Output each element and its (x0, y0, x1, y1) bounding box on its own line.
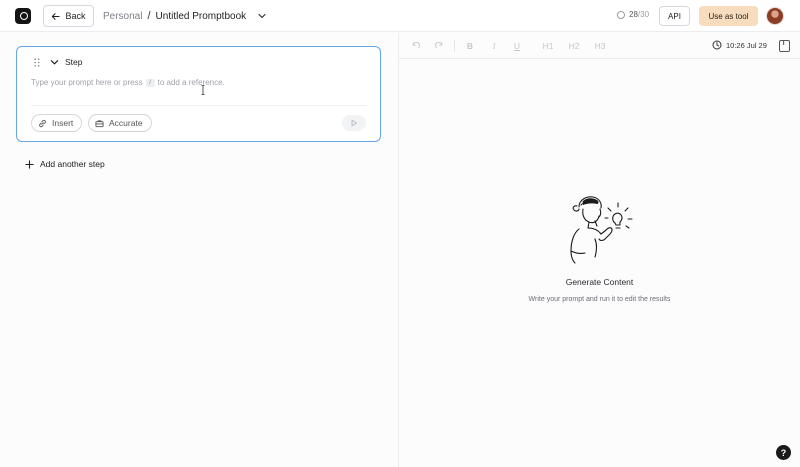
chevron-down-icon[interactable] (257, 11, 267, 21)
toolbar-separator (454, 40, 455, 52)
briefcase-icon (95, 119, 104, 127)
version-history-button[interactable]: 10:26 Jul 29 (712, 40, 767, 50)
collapse-chevron-icon[interactable] (50, 58, 59, 67)
help-button[interactable]: ? (776, 445, 791, 460)
timestamp: 10:26 Jul 29 (726, 40, 767, 50)
slash-shortcut-key: / (145, 78, 155, 87)
breadcrumb-separator: / (147, 10, 151, 22)
play-icon (351, 119, 357, 127)
bold-button[interactable]: B (464, 40, 476, 52)
accurate-mode-button[interactable]: Accurate (88, 114, 152, 132)
insert-label: Insert (52, 118, 74, 128)
credits-total: /30 (637, 10, 650, 19)
prompt-placeholder-start: Type your prompt here or press (31, 78, 143, 87)
clock-icon (712, 40, 722, 50)
redo-button[interactable] (433, 40, 445, 52)
arrow-left-icon (52, 12, 61, 20)
prompt-input[interactable]: Type your prompt here or press / to add … (31, 78, 225, 87)
add-step-label: Add another step (40, 159, 105, 169)
italic-button[interactable]: I (488, 40, 500, 52)
prompt-placeholder-end: to add a reference. (157, 78, 225, 87)
app-logo[interactable] (15, 8, 31, 24)
link-icon (39, 119, 46, 127)
editor-toolbar: B I U H1 H2 H3 10:26 Jul 29 (399, 33, 800, 59)
back-button[interactable]: Back (43, 5, 94, 27)
user-avatar[interactable] (766, 7, 784, 25)
credits-indicator: 28/30 (617, 10, 649, 19)
plus-icon (25, 159, 34, 169)
credits-used: 28 (629, 10, 638, 19)
breadcrumb-personal[interactable]: Personal (103, 11, 142, 22)
insert-button[interactable]: Insert (31, 114, 83, 132)
api-button[interactable]: API (659, 6, 690, 26)
add-step-button[interactable]: Add another step (25, 159, 105, 169)
heading-2-button[interactable]: H2 (567, 40, 581, 52)
run-step-button[interactable] (342, 115, 366, 131)
undo-icon (412, 41, 420, 48)
empty-state-title: Generate Content (565, 277, 634, 287)
document-title[interactable]: Untitled Promptbook (156, 11, 247, 22)
heading-3-button[interactable]: H3 (593, 40, 607, 52)
undo-button[interactable] (409, 40, 421, 52)
empty-state-subtitle: Write your prompt and run it to edit the… (528, 296, 671, 303)
text-cursor-icon (201, 85, 205, 95)
use-as-tool-button[interactable]: Use as tool (699, 6, 758, 26)
breadcrumb: Personal / Untitled Promptbook (103, 10, 267, 22)
underline-button[interactable]: U (511, 40, 523, 52)
credits-ring-icon (617, 10, 625, 19)
redo-icon (434, 41, 442, 48)
idea-person-illustration (570, 196, 633, 264)
top-bar: Back Personal / Untitled Promptbook 28/3… (0, 0, 800, 32)
editor-panel: B I U H1 H2 H3 10:26 Jul 29 T Generate C… (399, 33, 800, 467)
step-card-divider (31, 105, 367, 106)
heading-1-button[interactable]: H1 (541, 40, 555, 52)
back-label: Back (65, 11, 86, 21)
drag-handle-icon[interactable] (34, 58, 40, 67)
accurate-label: Accurate (109, 118, 143, 128)
text-format-icon[interactable] (779, 40, 790, 52)
step-label: Step (65, 57, 83, 67)
step-card[interactable]: Step Type your prompt here or press / to… (16, 46, 381, 142)
